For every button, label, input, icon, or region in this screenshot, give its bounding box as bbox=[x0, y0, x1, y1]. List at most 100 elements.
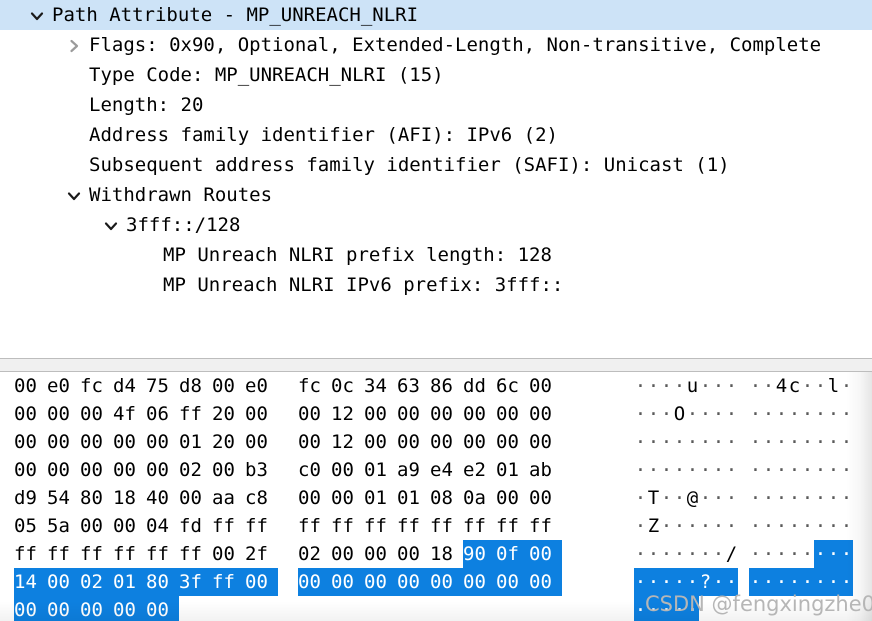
ascii-char[interactable]: · bbox=[699, 372, 712, 400]
ascii-char[interactable]: · bbox=[686, 400, 699, 428]
ascii-char[interactable]: · bbox=[673, 372, 686, 400]
hex-byte[interactable]: 20 bbox=[212, 400, 245, 428]
hex-byte[interactable]: 00 bbox=[364, 428, 397, 456]
ascii-char[interactable]: · bbox=[775, 400, 788, 428]
ascii-char[interactable]: · bbox=[712, 568, 725, 596]
hex-byte[interactable]: 08 bbox=[430, 484, 463, 512]
ascii-char[interactable]: · bbox=[775, 428, 788, 456]
ascii-char[interactable]: · bbox=[699, 400, 712, 428]
ascii-char[interactable]: · bbox=[762, 512, 775, 540]
ascii-char[interactable]: · bbox=[647, 428, 660, 456]
hex-byte[interactable]: e4 bbox=[430, 456, 463, 484]
ascii-char[interactable]: · bbox=[814, 484, 827, 512]
ascii-char[interactable]: · bbox=[699, 540, 712, 568]
ascii-char[interactable]: · bbox=[647, 568, 660, 596]
hex-byte[interactable]: 00 bbox=[364, 540, 397, 568]
ascii-char[interactable]: · bbox=[814, 540, 827, 568]
hex-byte[interactable]: 00 bbox=[113, 512, 146, 540]
hex-byte[interactable]: 5a bbox=[47, 512, 80, 540]
hex-byte[interactable]: ff bbox=[113, 540, 146, 568]
ascii-char[interactable]: 4 bbox=[775, 372, 788, 400]
ascii-char[interactable]: · bbox=[749, 428, 762, 456]
ascii-char[interactable]: · bbox=[647, 540, 660, 568]
hex-byte[interactable]: 00 bbox=[529, 372, 562, 400]
ascii-char[interactable]: · bbox=[634, 512, 647, 540]
hex-byte[interactable]: 02 bbox=[179, 456, 212, 484]
ascii-char[interactable]: · bbox=[814, 456, 827, 484]
ascii-char[interactable]: · bbox=[686, 540, 699, 568]
ascii-char[interactable]: · bbox=[762, 400, 775, 428]
hex-byte[interactable]: 54 bbox=[47, 484, 80, 512]
hex-byte[interactable]: ff bbox=[463, 512, 496, 540]
ascii-char[interactable]: · bbox=[634, 456, 647, 484]
hex-byte[interactable]: 00 bbox=[298, 484, 331, 512]
hex-byte[interactable]: 00 bbox=[496, 400, 529, 428]
ascii-char[interactable]: · bbox=[788, 400, 801, 428]
hex-byte[interactable]: e2 bbox=[463, 456, 496, 484]
hex-byte[interactable]: 80 bbox=[80, 484, 113, 512]
ascii-char[interactable]: · bbox=[634, 596, 647, 621]
hex-byte[interactable]: 00 bbox=[14, 372, 47, 400]
hex-byte[interactable]: ff bbox=[430, 512, 463, 540]
hex-bytes[interactable]: 00 00 00 4f 06 ff 20 00 00 12 00 00 00 00 00 00 bbox=[14, 400, 562, 428]
ascii-char[interactable]: · bbox=[725, 456, 738, 484]
hex-byte[interactable]: d4 bbox=[113, 372, 146, 400]
ascii-char[interactable]: / bbox=[725, 540, 738, 568]
ascii-char[interactable]: · bbox=[801, 400, 814, 428]
hex-bytes[interactable]: ff ff ff ff ff ff 00 2f 02 00 00 00 18 90 0f 00 bbox=[14, 540, 562, 568]
hex-byte[interactable]: 00 bbox=[80, 512, 113, 540]
hex-byte[interactable]: ff bbox=[179, 400, 212, 428]
ascii-char[interactable]: · bbox=[801, 512, 814, 540]
hex-byte[interactable]: ff bbox=[364, 512, 397, 540]
ascii-char[interactable]: l bbox=[827, 372, 840, 400]
hex-byte[interactable]: 6c bbox=[496, 372, 529, 400]
ascii-char[interactable]: · bbox=[634, 568, 647, 596]
ascii-char[interactable]: · bbox=[725, 484, 738, 512]
hex-byte[interactable]: 01 bbox=[496, 456, 529, 484]
hex-byte[interactable]: 00 bbox=[14, 596, 47, 621]
ascii-char[interactable]: @ bbox=[686, 484, 699, 512]
ascii-char[interactable]: · bbox=[775, 540, 788, 568]
hex-byte[interactable]: 40 bbox=[146, 484, 179, 512]
hex-byte[interactable]: 00 bbox=[47, 456, 80, 484]
ascii-char[interactable]: · bbox=[686, 512, 699, 540]
hex-byte[interactable]: 00 bbox=[529, 568, 562, 596]
hex-byte[interactable]: ff bbox=[245, 512, 278, 540]
ascii-char[interactable]: · bbox=[762, 456, 775, 484]
hex-byte[interactable]: fc bbox=[80, 372, 113, 400]
hex-byte[interactable]: 01 bbox=[179, 428, 212, 456]
hex-byte[interactable]: ff bbox=[331, 512, 364, 540]
ascii-char[interactable]: · bbox=[647, 372, 660, 400]
hex-byte[interactable]: 00 bbox=[47, 596, 80, 621]
hex-byte[interactable]: 06 bbox=[146, 400, 179, 428]
hex-byte[interactable]: 00 bbox=[364, 400, 397, 428]
tree-row-nlri-prefix-length[interactable]: MP Unreach NLRI prefix length: 128 bbox=[0, 240, 872, 270]
ascii-char[interactable]: · bbox=[673, 456, 686, 484]
hex-byte[interactable]: 02 bbox=[80, 568, 113, 596]
hex-byte[interactable]: 0f bbox=[496, 540, 529, 568]
hex-byte[interactable]: 00 bbox=[14, 428, 47, 456]
ascii-char[interactable]: · bbox=[699, 484, 712, 512]
ascii-char[interactable]: · bbox=[725, 568, 738, 596]
ascii-char[interactable]: · bbox=[840, 372, 853, 400]
hex-byte[interactable]: 90 bbox=[463, 540, 496, 568]
tree-row-afi[interactable]: Address family identifier (AFI): IPv6 (2… bbox=[0, 120, 872, 150]
ascii-char[interactable]: · bbox=[660, 400, 673, 428]
ascii-char[interactable]: · bbox=[775, 484, 788, 512]
hex-byte[interactable]: 00 bbox=[80, 596, 113, 621]
ascii-char[interactable]: · bbox=[634, 540, 647, 568]
hex-byte[interactable]: 00 bbox=[245, 428, 278, 456]
ascii-char[interactable]: · bbox=[749, 484, 762, 512]
ascii-char[interactable]: u bbox=[686, 372, 699, 400]
ascii-char[interactable]: · bbox=[814, 568, 827, 596]
ascii-char[interactable]: · bbox=[762, 568, 775, 596]
ascii-char[interactable]: · bbox=[660, 372, 673, 400]
hex-byte[interactable]: 75 bbox=[146, 372, 179, 400]
hex-byte[interactable]: 00 bbox=[47, 568, 80, 596]
tree-row-safi[interactable]: Subsequent address family identifier (SA… bbox=[0, 150, 872, 180]
hex-byte[interactable]: 00 bbox=[529, 540, 562, 568]
hex-row[interactable]: 00 00 00 00 00 ····· bbox=[0, 596, 872, 621]
hex-byte[interactable]: 4f bbox=[113, 400, 146, 428]
ascii-bytes[interactable]: ········ ········ bbox=[634, 456, 853, 484]
hex-bytes[interactable]: 00 00 00 00 00 bbox=[14, 596, 179, 621]
